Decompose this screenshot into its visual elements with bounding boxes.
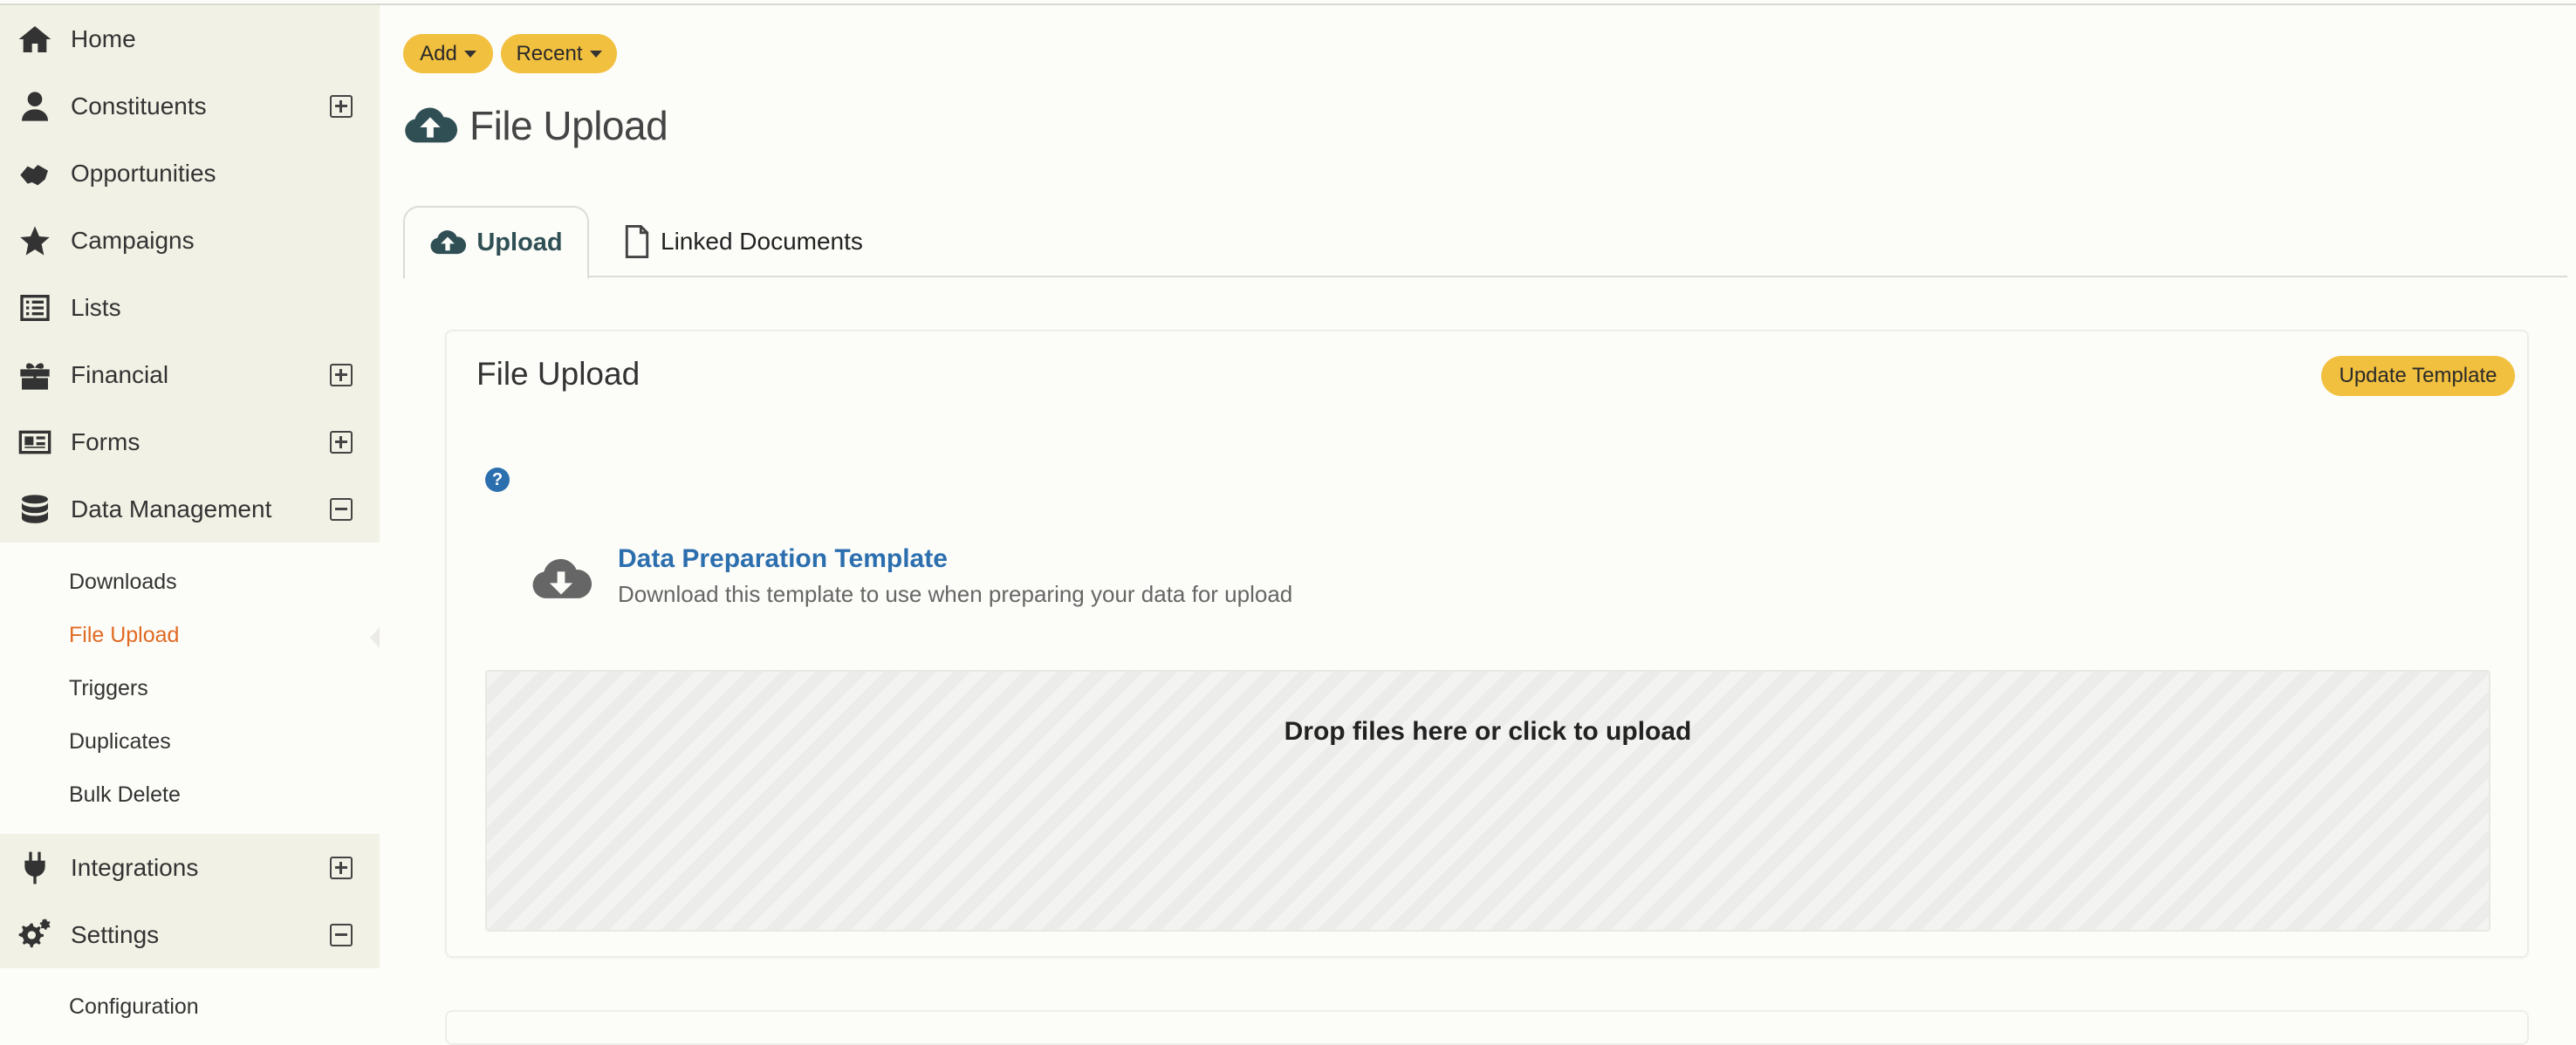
expand-icon[interactable] xyxy=(330,856,353,879)
tab-upload[interactable]: Upload xyxy=(403,206,589,279)
cloud-download-icon[interactable] xyxy=(531,555,592,604)
dropzone-text: Drop files here or click to upload xyxy=(1284,717,1692,746)
sidebar-item-integrations[interactable]: Integrations xyxy=(0,834,380,901)
sidebar-item-constituents[interactable]: Constituents xyxy=(0,72,380,140)
cloud-upload-icon xyxy=(405,107,457,143)
sidebar: Home Constituents Opportunities Campaign… xyxy=(0,5,380,1024)
sidebar-item-lists[interactable]: Lists xyxy=(0,274,380,341)
sidebar-item-label: Home xyxy=(71,24,136,52)
page-header: File Upload xyxy=(403,99,668,152)
user-icon xyxy=(16,87,54,126)
sidebar-item-label: Financial xyxy=(71,360,169,388)
plug-icon xyxy=(16,849,54,887)
gears-icon xyxy=(16,916,54,954)
help-icon[interactable]: ? xyxy=(485,468,510,492)
subnav-downloads[interactable]: Downloads xyxy=(69,570,177,595)
secondary-panel xyxy=(445,1010,2529,1045)
subnav-bulk-delete[interactable]: Bulk Delete xyxy=(69,782,181,808)
sidebar-item-label: Constituents xyxy=(71,92,207,120)
collapse-icon[interactable] xyxy=(330,923,353,946)
expand-icon[interactable] xyxy=(330,363,353,386)
expand-icon[interactable] xyxy=(330,94,353,118)
sidebar-item-financial[interactable]: Financial xyxy=(0,341,380,408)
add-button[interactable]: Add xyxy=(403,34,493,73)
sidebar-item-home[interactable]: Home xyxy=(0,5,380,72)
sidebar-item-label: Campaigns xyxy=(71,226,195,254)
template-description: Download this template to use when prepa… xyxy=(618,581,1293,607)
sidebar-item-data-management[interactable]: Data Management xyxy=(0,475,380,543)
sidebar-item-label: Settings xyxy=(71,920,160,948)
tab-bar: Upload Linked Documents xyxy=(403,206,2567,279)
recent-button-label: Recent xyxy=(516,41,583,65)
active-indicator xyxy=(370,627,380,648)
top-border xyxy=(0,0,2576,5)
page-title: File Upload xyxy=(469,103,668,148)
collapse-icon[interactable] xyxy=(330,497,353,521)
sidebar-item-label: Lists xyxy=(71,293,121,321)
subnav-duplicates[interactable]: Duplicates xyxy=(69,729,171,755)
sidebar-item-label: Opportunities xyxy=(71,159,216,187)
subnav-file-upload[interactable]: File Upload xyxy=(69,623,179,648)
tab-label: Upload xyxy=(476,228,563,256)
sidebar-item-label: Integrations xyxy=(71,853,199,881)
caret-down-icon xyxy=(589,50,602,58)
add-button-label: Add xyxy=(420,41,457,65)
handshake-icon xyxy=(16,154,54,193)
subnav-triggers[interactable]: Triggers xyxy=(69,676,148,701)
tab-linked-documents[interactable]: Linked Documents xyxy=(624,206,863,277)
list-icon xyxy=(16,289,54,327)
expand-icon[interactable] xyxy=(330,430,353,454)
recent-button[interactable]: Recent xyxy=(501,34,617,73)
sidebar-item-forms[interactable]: Forms xyxy=(0,408,380,475)
update-template-button[interactable]: Update Template xyxy=(2321,356,2515,396)
sidebar-item-label: Forms xyxy=(71,427,140,455)
sidebar-item-label: Data Management xyxy=(71,495,272,522)
star-icon xyxy=(16,222,54,260)
sidebar-item-settings[interactable]: Settings xyxy=(0,901,380,968)
caret-down-icon xyxy=(463,50,476,58)
panel-title: File Upload xyxy=(476,356,641,392)
document-icon xyxy=(625,225,649,258)
template-download-link[interactable]: Data Preparation Template xyxy=(618,544,948,574)
subnav-configuration[interactable]: Configuration xyxy=(69,994,199,1020)
gift-icon xyxy=(16,356,54,394)
sidebar-item-opportunities[interactable]: Opportunities xyxy=(0,140,380,207)
tab-label: Linked Documents xyxy=(661,228,863,255)
sidebar-item-campaigns[interactable]: Campaigns xyxy=(0,207,380,274)
file-upload-panel: File Upload Update Template ? Data Prepa… xyxy=(445,330,2529,958)
form-icon xyxy=(16,423,54,461)
home-icon xyxy=(16,20,54,58)
file-dropzone[interactable]: Drop files here or click to upload xyxy=(485,670,2490,932)
cloud-upload-icon xyxy=(430,230,467,255)
database-icon xyxy=(16,490,54,529)
